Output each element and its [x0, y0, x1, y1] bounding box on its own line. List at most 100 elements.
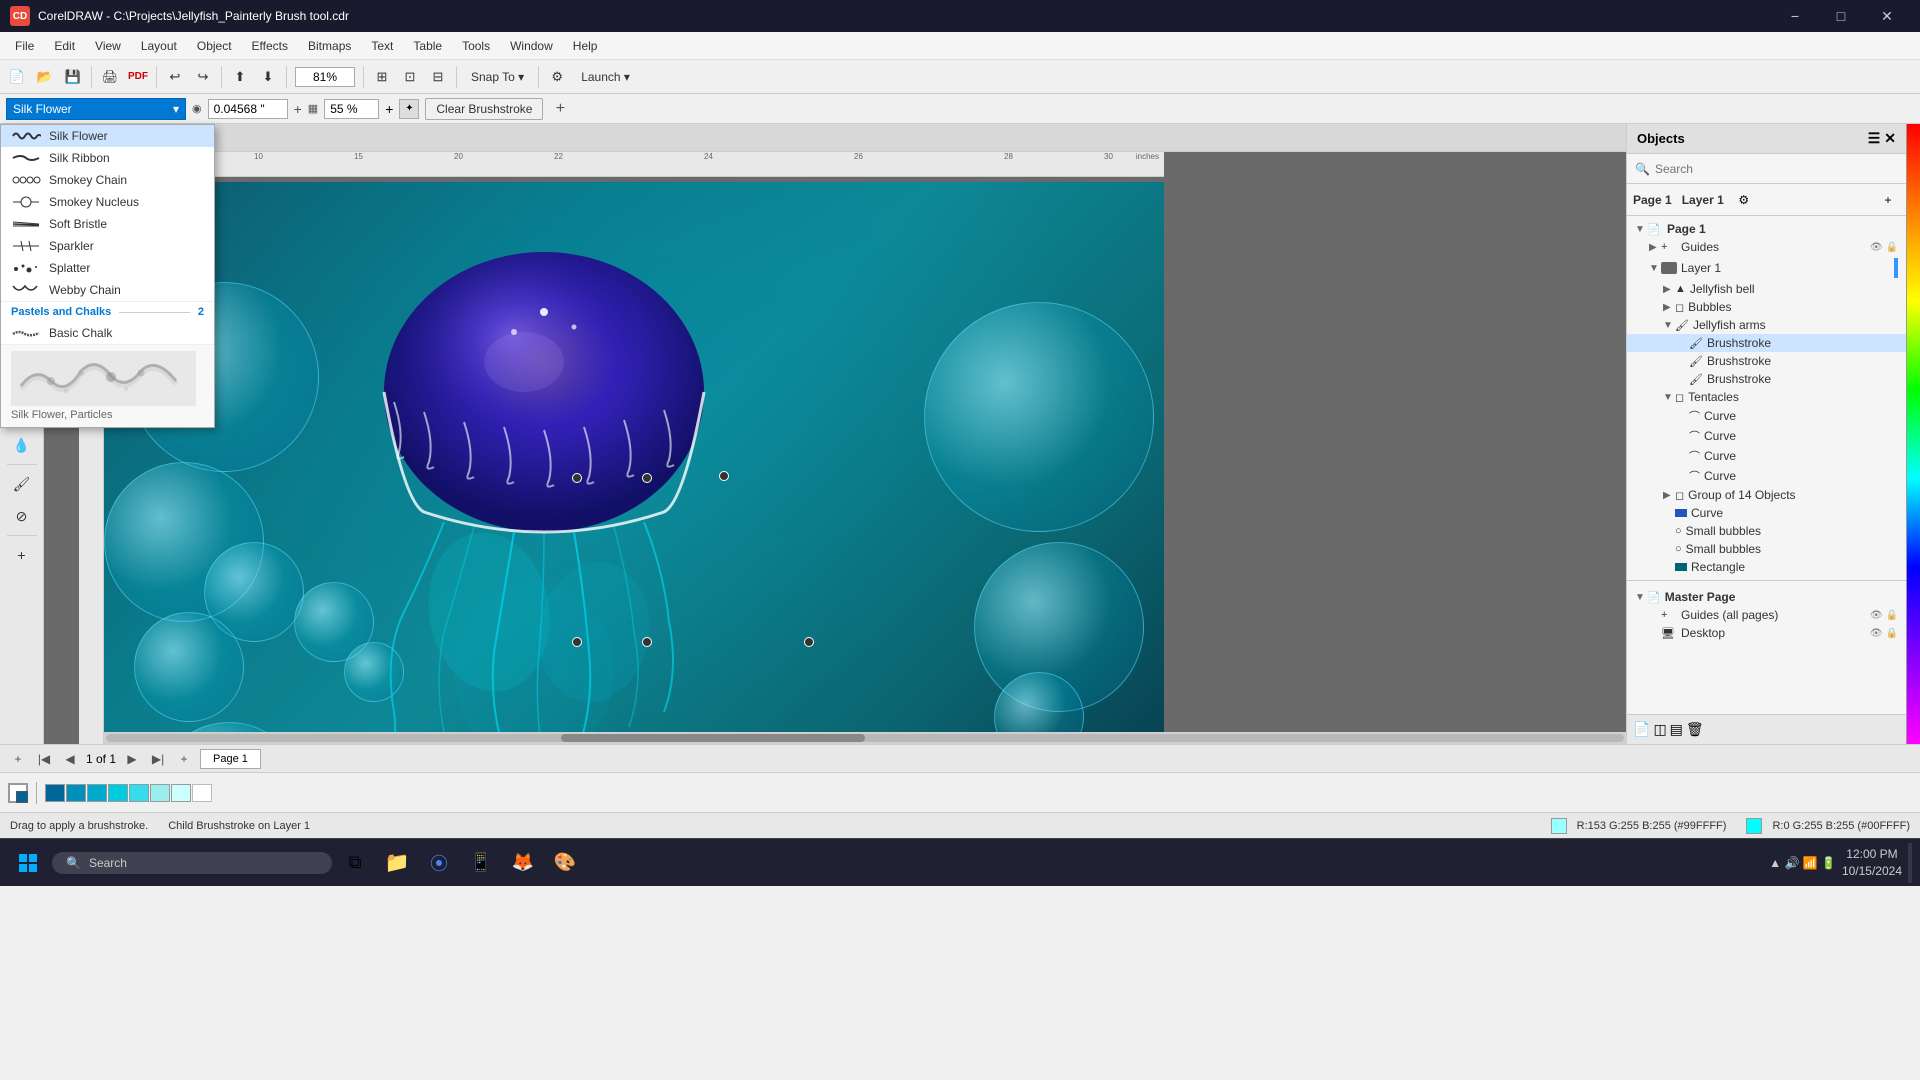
control-point-3[interactable]	[719, 471, 729, 481]
tree-jellyfish-arms[interactable]: ▼ 🖌 Jellyfish arms	[1627, 316, 1906, 334]
tree-guides-all-pages[interactable]: + Guides (all pages) 👁 🔒	[1627, 606, 1906, 624]
panel-add-button[interactable]: +	[1876, 188, 1900, 212]
minimize-button[interactable]: −	[1772, 0, 1818, 32]
tree-rectangle[interactable]: Rectangle	[1627, 558, 1906, 576]
menu-table[interactable]: Table	[403, 35, 452, 57]
tree-small-bubbles-1[interactable]: ○ Small bubbles	[1627, 522, 1906, 540]
tree-brushstroke-3[interactable]: 🖌 Brushstroke	[1627, 370, 1906, 388]
tree-layer1[interactable]: ▼ Layer 1	[1627, 256, 1906, 280]
color-swatch-white1[interactable]	[150, 784, 170, 802]
scroll-thumb[interactable]	[561, 734, 865, 742]
opacity-input[interactable]	[324, 99, 379, 119]
tree-curve-1[interactable]: ⌒ Curve	[1627, 406, 1906, 426]
tree-tentacles[interactable]: ▼ ◻ Tentacles	[1627, 388, 1906, 406]
brush-dropdown[interactable]: Silk Flower ▾	[6, 98, 186, 120]
page-1-tab[interactable]: Page 1	[200, 749, 261, 769]
maximize-button[interactable]: □	[1818, 0, 1864, 32]
zoom-level[interactable]: 81%	[295, 67, 355, 87]
undo-button[interactable]: ↩	[162, 64, 188, 90]
add-tool[interactable]: +	[6, 540, 38, 570]
menu-help[interactable]: Help	[563, 35, 608, 57]
color-swatch-teal5[interactable]	[129, 784, 149, 802]
menu-effects[interactable]: Effects	[242, 35, 298, 57]
horizontal-scrollbar[interactable]	[104, 732, 1626, 744]
control-point-4[interactable]	[572, 637, 582, 647]
panel-delete-button[interactable]: 🗑	[1686, 721, 1704, 738]
canvas[interactable]	[104, 182, 1164, 744]
snap-to-button[interactable]: Snap To ▾	[462, 66, 533, 88]
nav-first-button[interactable]: |◀	[34, 749, 54, 769]
taskbar-search-box[interactable]: 🔍 Search	[52, 852, 332, 874]
dropdown-silk-flower[interactable]: Silk Flower	[1, 125, 214, 147]
panel-settings-button[interactable]: ⚙	[1732, 188, 1756, 212]
taskbar-firefox[interactable]: 🦊	[504, 844, 542, 882]
pdf-button[interactable]: PDF	[125, 64, 151, 90]
dropdown-webby-chain[interactable]: Webby Chain	[1, 279, 214, 301]
dropdown-basic-chalk[interactable]: Basic Chalk	[1, 322, 214, 344]
nav-last-button[interactable]: ▶|	[148, 749, 168, 769]
control-point-1[interactable]	[572, 473, 582, 483]
tree-jellyfish-bell[interactable]: ▶ ▲ Jellyfish bell	[1627, 280, 1906, 298]
color-swatch-teal3[interactable]	[87, 784, 107, 802]
panel-close-button[interactable]: ✕	[1884, 130, 1896, 147]
taskbar-task-view[interactable]: ⧉	[336, 844, 374, 882]
fit-width-button[interactable]: ⊡	[397, 64, 423, 90]
tree-master-page[interactable]: ▼ 📄 Master Page	[1627, 588, 1906, 606]
tree-curve-colored[interactable]: Curve	[1627, 504, 1906, 522]
nib-button[interactable]: ✦	[399, 99, 419, 119]
settings-button[interactable]: ⚙	[544, 64, 570, 90]
taskbar-phone[interactable]: 📱	[462, 844, 500, 882]
tree-curve-2[interactable]: ⌒ Curve	[1627, 426, 1906, 446]
tree-desktop[interactable]: 🖥 Desktop 👁 🔒	[1627, 624, 1906, 642]
start-button[interactable]	[8, 843, 48, 883]
tree-brushstroke-2[interactable]: 🖌 Brushstroke	[1627, 352, 1906, 370]
grid-button[interactable]: ⊟	[425, 64, 451, 90]
eraser-tool[interactable]: ⊘	[6, 501, 38, 531]
nav-add-end-button[interactable]: +	[174, 749, 194, 769]
taskbar-app1[interactable]: 🎨	[546, 844, 584, 882]
color-picker-tool[interactable]: 💧	[6, 430, 38, 460]
tree-bubbles[interactable]: ▶ ◻ Bubbles	[1627, 298, 1906, 316]
dropdown-smokey-chain[interactable]: Smokey Chain	[1, 169, 214, 191]
menu-window[interactable]: Window	[500, 35, 563, 57]
tree-curve-3[interactable]: ⌒ Curve	[1627, 446, 1906, 466]
nav-next-button[interactable]: ▶	[122, 749, 142, 769]
tree-page1[interactable]: ▼ 📄 Page 1	[1627, 220, 1906, 238]
menu-object[interactable]: Object	[187, 35, 242, 57]
opacity-add-button[interactable]: +	[385, 101, 393, 117]
menu-tools[interactable]: Tools	[452, 35, 500, 57]
objects-search-input[interactable]	[1655, 162, 1898, 176]
clear-brushstroke-button[interactable]: Clear Brushstroke	[425, 98, 543, 120]
dropdown-smokey-nucleus[interactable]: Smokey Nucleus	[1, 191, 214, 213]
menu-file[interactable]: File	[5, 35, 44, 57]
tree-brushstroke-1[interactable]: 🖌 Brushstroke	[1627, 334, 1906, 352]
dropdown-sparkler[interactable]: Sparkler	[1, 235, 214, 257]
taskbar-explorer[interactable]: 📁	[378, 844, 416, 882]
menu-edit[interactable]: Edit	[44, 35, 85, 57]
color-swatch-teal2[interactable]	[66, 784, 86, 802]
new-button[interactable]: 📄	[4, 64, 30, 90]
brush-size-input[interactable]	[208, 99, 288, 119]
tree-group14[interactable]: ▶ ◻ Group of 14 Objects	[1627, 486, 1906, 504]
fill-swatch[interactable]	[8, 783, 28, 803]
brush-tool[interactable]: 🖌	[6, 469, 38, 499]
control-point-2[interactable]	[642, 473, 652, 483]
taskbar-chrome[interactable]: ⦿	[420, 844, 458, 882]
tree-guides[interactable]: ▶ + Guides 👁 🔒	[1627, 238, 1906, 256]
tree-curve-4[interactable]: ⌒ Curve	[1627, 466, 1906, 486]
tree-small-bubbles-2[interactable]: ○ Small bubbles	[1627, 540, 1906, 558]
save-button[interactable]: 💾	[60, 64, 86, 90]
color-swatch-teal1[interactable]	[45, 784, 65, 802]
color-swatch-white[interactable]	[192, 784, 212, 802]
nav-add-page-button[interactable]: +	[8, 749, 28, 769]
menu-layout[interactable]: Layout	[131, 35, 187, 57]
canvas-wrapper[interactable]: 5 10 15 20 22 24 26 28 30 inches	[44, 152, 1626, 744]
side-color-bar[interactable]	[1906, 124, 1920, 744]
stroke-swatch[interactable]	[16, 791, 28, 803]
redo-button[interactable]: ↪	[190, 64, 216, 90]
close-button[interactable]: ✕	[1864, 0, 1910, 32]
launch-button[interactable]: Launch ▾	[572, 66, 639, 88]
panel-menu-button[interactable]: ☰	[1868, 130, 1881, 147]
panel-page-icon[interactable]: 📄	[1633, 721, 1650, 738]
menu-text[interactable]: Text	[361, 35, 403, 57]
